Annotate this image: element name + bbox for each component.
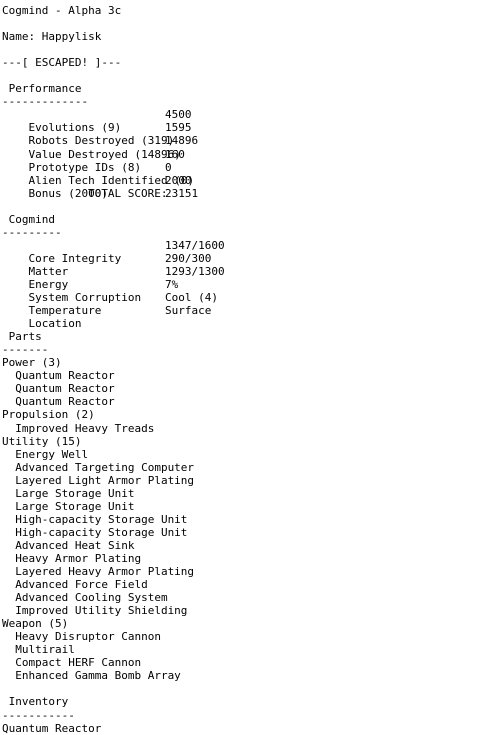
cogmind-row-value: Cool (4) bbox=[165, 291, 218, 305]
cogmind-row-value: 1293/1300 bbox=[165, 264, 225, 278]
cogmind-row-value: 1347/1600 bbox=[165, 238, 225, 252]
performance-divider: ------------- bbox=[2, 95, 89, 109]
performance-row-value: 2000 bbox=[165, 173, 192, 187]
list-item: Improved Utility Shielding bbox=[2, 604, 188, 618]
table-row: Alien Tech Identified (0) 0 bbox=[2, 160, 500, 187]
parts-section-title: Parts bbox=[2, 330, 42, 344]
cogmind-score-sheet: Cogmind - Alpha 3c Name: Happylisk ---[ … bbox=[0, 0, 500, 735]
list-item: Large Storage Unit bbox=[2, 486, 135, 500]
list-item: Quantum Reactor bbox=[2, 721, 102, 735]
cogmind-row-label: Location bbox=[28, 317, 82, 331]
performance-row-value: 4500 bbox=[165, 108, 192, 122]
list-item: Heavy Disruptor Cannon bbox=[2, 630, 161, 644]
total-score-label: TOTAL SCORE: bbox=[88, 186, 168, 200]
status-banner: ---[ ESCAPED! ]--- bbox=[2, 56, 122, 70]
list-item: Advanced Targeting Computer bbox=[2, 460, 195, 474]
list-item: Advanced Heat Sink bbox=[2, 538, 135, 552]
list-item: Enhanced Gamma Bomb Array bbox=[2, 669, 181, 683]
table-row: Robots Destroyed (319) 1595 bbox=[2, 121, 500, 147]
parts-group-heading-propulsion: Propulsion (2) bbox=[2, 408, 95, 422]
parts-group-heading-weapon: Weapon (5) bbox=[2, 617, 69, 631]
inventory-section-title: Inventory bbox=[2, 695, 69, 709]
list-item: Improved Heavy Treads bbox=[2, 421, 155, 435]
table-row: Temperature Cool (4) bbox=[2, 291, 500, 317]
performance-row-value: 1595 bbox=[165, 121, 192, 135]
table-row: Core Integrity 1347/1600 bbox=[2, 238, 500, 265]
list-item: Compact HERF Cannon bbox=[2, 656, 142, 670]
inventory-divider: ----------- bbox=[2, 708, 75, 722]
list-item: Advanced Cooling System bbox=[2, 591, 168, 605]
total-score-row: TOTAL SCORE: 23151 bbox=[2, 187, 500, 200]
performance-row-value: 0 bbox=[165, 160, 172, 174]
list-item: High-capacity Storage Unit bbox=[2, 512, 188, 526]
list-item: Layered Heavy Armor Plating bbox=[2, 565, 195, 579]
list-item: Large Storage Unit bbox=[2, 499, 135, 513]
list-item: Quantum Reactor bbox=[2, 395, 115, 409]
table-row: Evolutions (9) 4500 bbox=[2, 108, 500, 134]
game-title: Cogmind - Alpha 3c bbox=[2, 4, 122, 17]
table-row: Prototype IDs (8) 160 bbox=[2, 147, 500, 174]
list-item: Energy Well bbox=[2, 447, 89, 461]
list-item: Quantum Reactor bbox=[2, 369, 115, 383]
table-row: Bonus (2000) 2000 bbox=[2, 173, 500, 200]
parts-group-heading-power: Power (3) bbox=[2, 356, 62, 370]
table-row: Location Surface bbox=[2, 304, 500, 330]
table-row: Value Destroyed (14896) 14896 bbox=[2, 134, 500, 160]
table-row: System Corruption 7% bbox=[2, 277, 500, 304]
cogmind-row-value: 290/300 bbox=[165, 251, 212, 265]
list-item: Heavy Armor Plating bbox=[2, 551, 142, 565]
cogmind-row-value: 7% bbox=[165, 277, 179, 291]
total-score-value: 23151 bbox=[165, 186, 199, 200]
table-row: Matter 290/300 bbox=[2, 251, 500, 278]
parts-group-heading-utility: Utility (15) bbox=[2, 434, 82, 448]
performance-section-title: Performance bbox=[2, 82, 82, 96]
parts-divider: ------- bbox=[2, 343, 49, 357]
cogmind-divider: --------- bbox=[2, 225, 62, 239]
list-item: Multirail bbox=[2, 643, 75, 657]
list-item: High-capacity Storage Unit bbox=[2, 525, 188, 539]
list-item: Quantum Reactor bbox=[2, 382, 115, 396]
player-name: Name: Happylisk bbox=[2, 30, 102, 44]
table-row: Energy 1293/1300 bbox=[2, 264, 500, 291]
performance-row-value: 160 bbox=[165, 147, 185, 161]
cogmind-section-title: Cogmind bbox=[2, 212, 55, 226]
list-item: Layered Light Armor Plating bbox=[2, 473, 195, 487]
cogmind-row-value: Surface bbox=[165, 304, 212, 318]
performance-row-value: 14896 bbox=[165, 134, 199, 148]
list-item: Advanced Force Field bbox=[2, 578, 148, 592]
